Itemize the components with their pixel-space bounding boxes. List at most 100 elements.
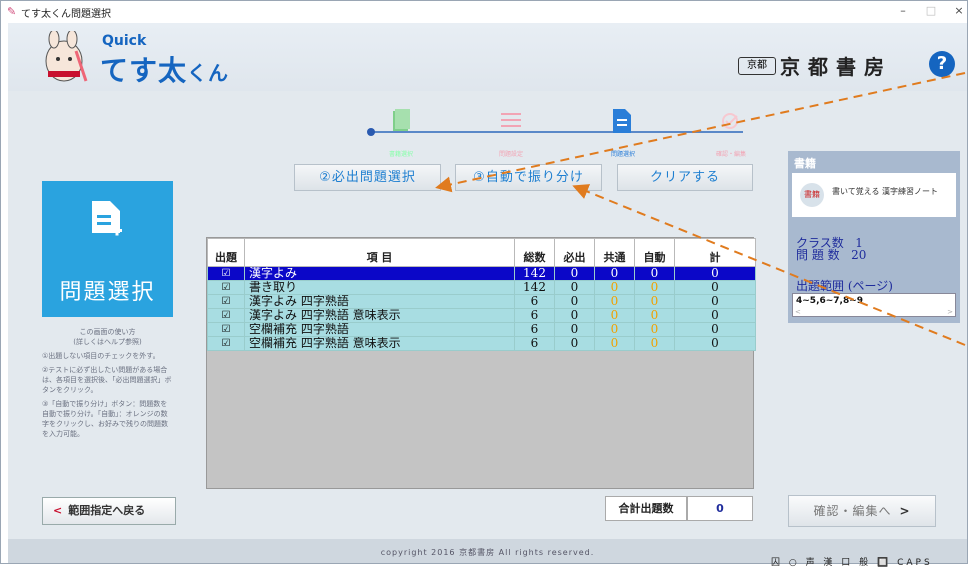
step-progress-line <box>371 131 743 133</box>
row-auto[interactable]: 0 <box>634 280 675 295</box>
row-required: 0 <box>554 308 595 323</box>
row-checkbox[interactable]: ☑ <box>207 294 245 309</box>
row-common: 0 <box>594 266 635 281</box>
question-table: 出題 項 目 総数 必出 共通 自動 計 ☑ 漢字よみ 142 0 0 0 0 … <box>207 238 756 351</box>
question-count-label: 問 題 数 <box>796 248 840 262</box>
row-required: 0 <box>554 322 595 337</box>
required-select-button[interactable]: ②必出問題選択 <box>294 164 441 191</box>
table-row[interactable]: ☑ 書き取り 142 0 0 0 0 <box>207 280 756 295</box>
publisher-logo-icon: 京都 <box>738 57 776 75</box>
row-total: 142 <box>514 280 555 295</box>
row-checkbox[interactable]: ☑ <box>207 266 245 281</box>
check-edit-icon <box>722 113 738 129</box>
row-required: 0 <box>554 336 595 351</box>
howto-title: この画面の使い方 <box>79 328 136 336</box>
range-label: 出題範囲 (ページ) <box>796 279 893 293</box>
auto-distribute-button[interactable]: ③自動で振り分け <box>455 164 602 191</box>
row-auto[interactable]: 0 <box>634 294 675 309</box>
minimize-button[interactable]: – <box>893 4 913 17</box>
step-progress-start <box>367 128 375 136</box>
row-required: 0 <box>554 294 595 309</box>
row-sum: 0 <box>674 336 756 351</box>
help-icon[interactable]: ? <box>929 51 955 77</box>
row-total: 6 <box>514 294 555 309</box>
title-bar: ✎ てす太くん問題選択 – □ × <box>1 1 967 23</box>
maximize-button[interactable]: □ <box>921 4 941 17</box>
header-common: 共通 <box>594 238 635 267</box>
row-item[interactable]: 漢字よみ 四字熟語 <box>244 294 515 309</box>
range-value: 4~5,6~7,8~9 <box>796 296 864 306</box>
row-sum: 0 <box>674 280 756 295</box>
row-checkbox[interactable]: ☑ <box>207 336 245 351</box>
row-item[interactable]: 漢字よみ <box>244 266 515 281</box>
range-scrollbar[interactable]: < > <box>793 308 955 316</box>
header-check: 出題 <box>207 238 245 267</box>
howto-panel: この画面の使い方 (詳しくはヘルプ参照) ①出題しない項目のチェックを外す。 ②… <box>42 327 173 439</box>
step-label-confirm: 確認・編集 <box>715 151 746 158</box>
scroll-right-icon[interactable]: > <box>947 308 953 316</box>
clear-button[interactable]: クリアする <box>617 164 753 191</box>
book-panel-title: 書籍 <box>794 157 816 170</box>
header: Quick てす太くん 京都 京都書房 ? <box>8 23 967 91</box>
close-button[interactable]: × <box>949 4 968 17</box>
header-auto: 自動 <box>634 238 675 267</box>
row-auto[interactable]: 0 <box>634 336 675 351</box>
document-add-icon <box>92 201 122 236</box>
table-row[interactable]: ☑ 漢字よみ 142 0 0 0 0 <box>207 266 756 281</box>
app-logo: てす太くん <box>100 49 229 89</box>
table-row[interactable]: ☑ 漢字よみ 四字熟語 6 0 0 0 0 <box>207 294 756 309</box>
question-count-value: 20 <box>851 248 867 262</box>
book-info-panel: 書籍 書籍 書いて覚える 漢字練習ノート クラス数 1 問 題 数 20 出題範… <box>788 151 960 323</box>
window-title: てす太くん問題選択 <box>21 9 111 20</box>
row-item[interactable]: 空欄補充 四字熟語 <box>244 322 515 337</box>
row-item[interactable]: 空欄補充 四字熟語 意味表示 <box>244 336 515 351</box>
step-label-book: 書籍選択 <box>388 151 413 158</box>
scroll-left-icon[interactable]: < <box>795 308 801 316</box>
next-button-label: 確認・編集へ <box>813 504 892 518</box>
back-button-label: 範囲指定へ戻る <box>68 504 146 517</box>
step-label-select: 問題選択 <box>610 151 635 158</box>
row-sum: 0 <box>674 266 756 281</box>
table-header: 出題 項 目 総数 必出 共通 自動 計 <box>207 238 756 267</box>
publisher-name: 京都書房 <box>780 55 892 79</box>
row-sum: 0 <box>674 308 756 323</box>
total-questions-label: 合計出題数 <box>605 496 687 521</box>
page-card: 問題選択 <box>42 181 173 317</box>
row-common: 0 <box>594 294 635 309</box>
book-name: 書いて覚える 漢字練習ノート <box>832 187 939 196</box>
chevron-right-icon: > <box>899 504 911 518</box>
app-window: ✎ てす太くん問題選択 – □ × Quick てす太くん 京都 京都書房 ? … <box>0 0 968 568</box>
document-add-icon <box>613 109 631 133</box>
row-common: 0 <box>594 322 635 337</box>
row-total: 6 <box>514 308 555 323</box>
row-item[interactable]: 書き取り <box>244 280 515 295</box>
app-name-suffix: くん <box>187 61 230 85</box>
table-row[interactable]: ☑ 漢字よみ 四字熟語 意味表示 6 0 0 0 0 <box>207 308 756 323</box>
howto-tip-1: ①出題しない項目のチェックを外す。 <box>42 352 160 360</box>
app-icon: ✎ <box>7 5 17 18</box>
row-total: 6 <box>514 322 555 337</box>
back-to-range-button[interactable]: < 範囲指定へ戻る <box>42 497 176 525</box>
row-auto[interactable]: 0 <box>634 266 675 281</box>
book-stats: クラス数 1 問 題 数 20 <box>796 237 866 261</box>
table-row[interactable]: ☑ 空欄補充 四字熟語 6 0 0 0 0 <box>207 322 756 337</box>
chevron-left-icon: < <box>53 504 63 517</box>
book-card[interactable]: 書籍 書いて覚える 漢字練習ノート <box>792 173 956 217</box>
range-field[interactable]: 4~5,6~7,8~9 < > <box>792 293 956 317</box>
step-label-setting: 問題設定 <box>498 151 523 158</box>
row-auto[interactable]: 0 <box>634 322 675 337</box>
table-row[interactable]: ☑ 空欄補充 四字熟語 意味表示 6 0 0 0 0 <box>207 336 756 351</box>
row-common: 0 <box>594 308 635 323</box>
question-table-container: 出題 項 目 総数 必出 共通 自動 計 ☑ 漢字よみ 142 0 0 0 0 … <box>206 237 756 489</box>
row-item[interactable]: 漢字よみ 四字熟語 意味表示 <box>244 308 515 323</box>
row-common: 0 <box>594 280 635 295</box>
row-checkbox[interactable]: ☑ <box>207 308 245 323</box>
howto-tip-3: ③「自動で振り分け」ボタン：問題数を自動で振り分け。「自動」：オレンジの数字をク… <box>42 400 168 438</box>
row-checkbox[interactable]: ☑ <box>207 280 245 295</box>
confirm-edit-button[interactable]: 確認・編集へ > <box>788 495 936 527</box>
row-checkbox[interactable]: ☑ <box>207 322 245 337</box>
row-sum: 0 <box>674 294 756 309</box>
row-auto[interactable]: 0 <box>634 308 675 323</box>
list-icon <box>501 113 521 127</box>
app-name: てす太 <box>100 54 188 87</box>
